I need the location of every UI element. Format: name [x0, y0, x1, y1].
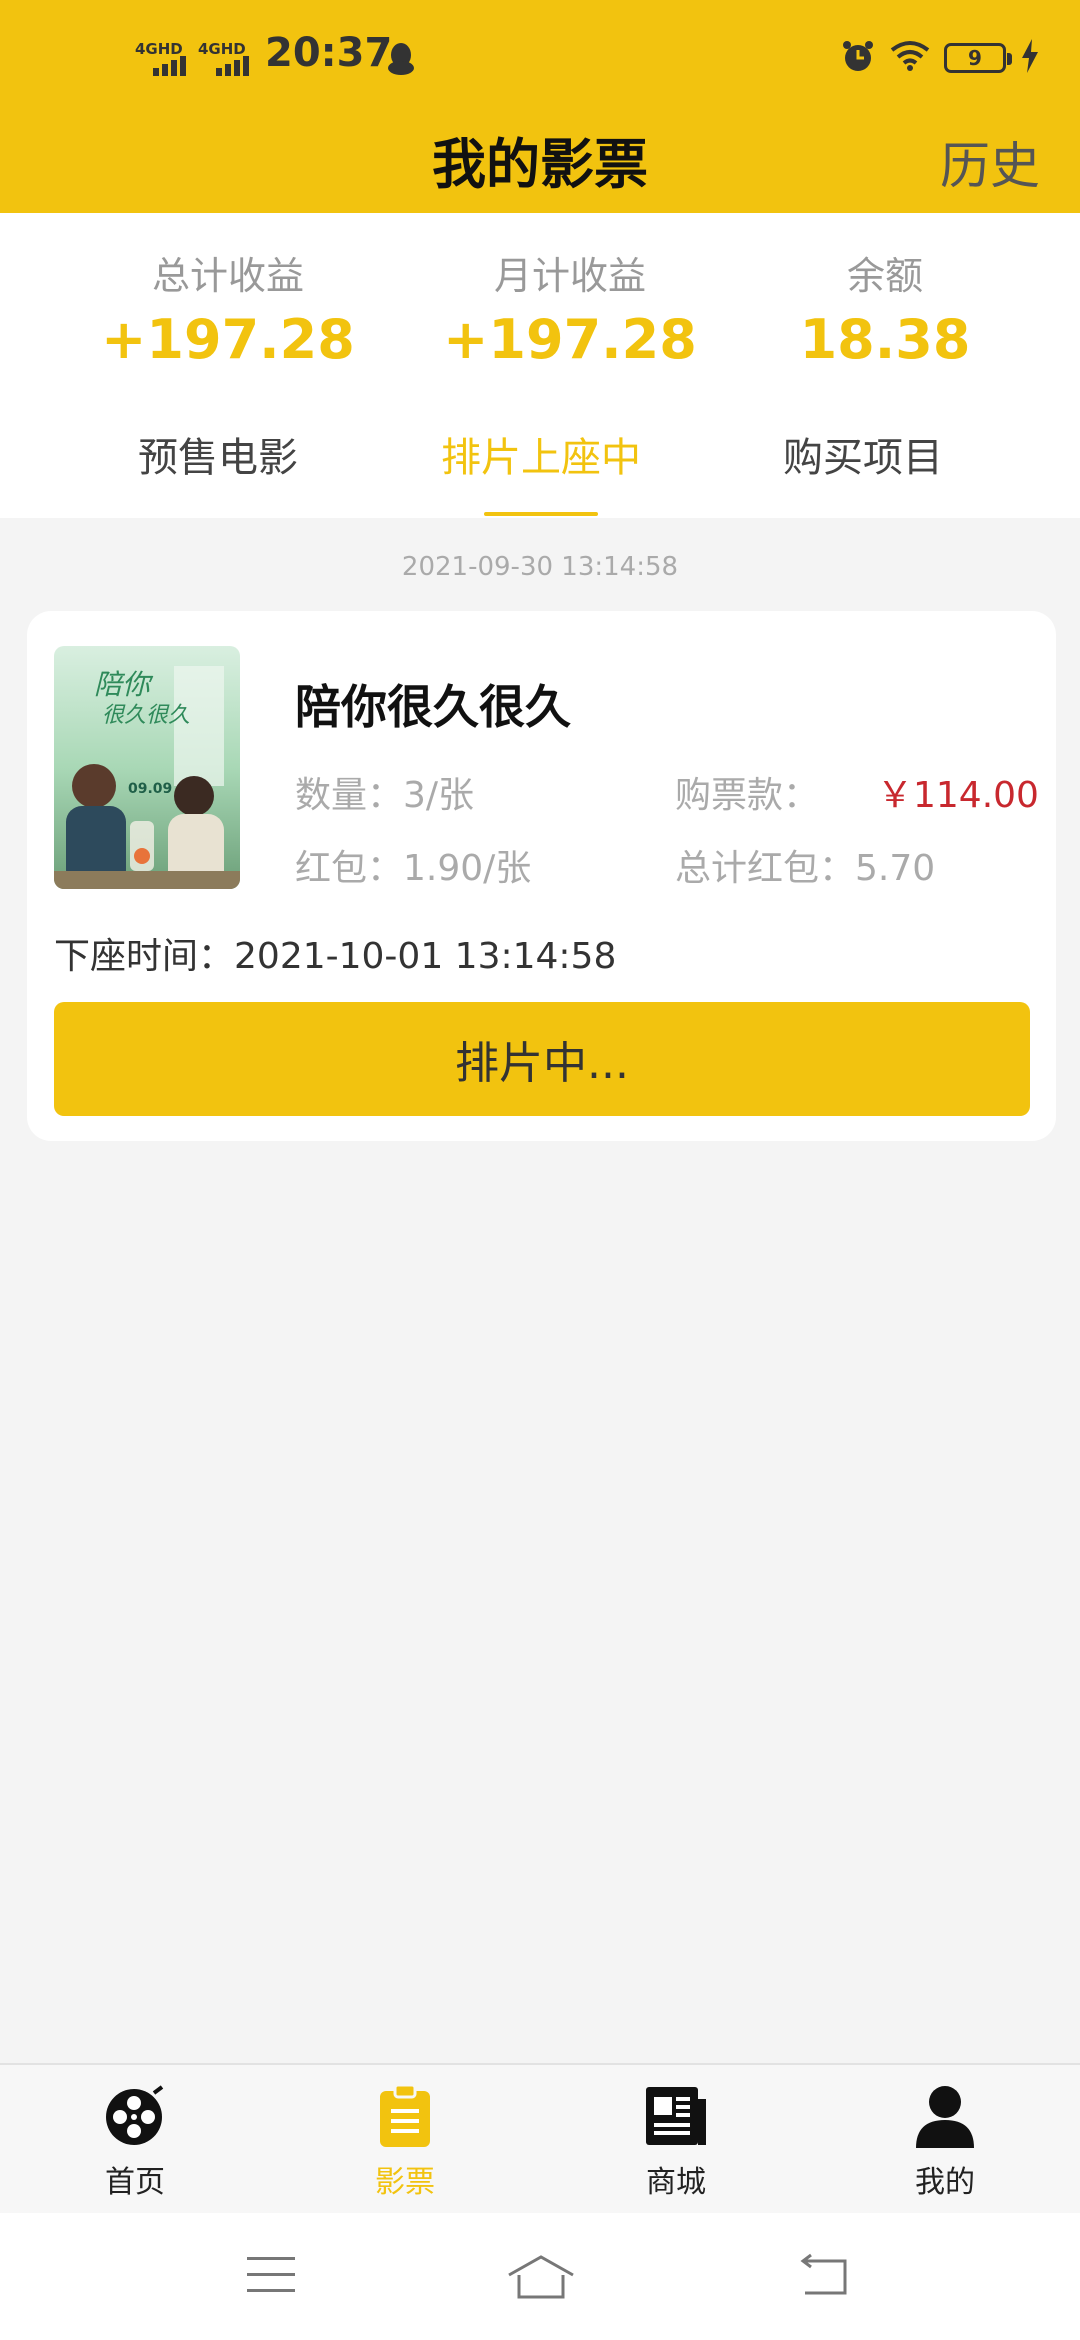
ticket-list-icon	[325, 2083, 485, 2149]
status-right: 9	[840, 38, 1040, 78]
timestamp: 2021-09-30 13:14:58	[401, 552, 679, 582]
nav-home[interactable]: 首页	[55, 2083, 215, 2201]
ticket-card[interactable]: 陪你 很久很久 09.09 陪你很久很久 数量：3/张 购票款： ￥114.00…	[27, 611, 1056, 1141]
signal-icon-2: 4GHD	[198, 40, 258, 76]
signal-icon-1: 4GHD	[135, 40, 195, 76]
total-redpacket-label: 总计红包：	[675, 848, 856, 889]
back-icon[interactable]	[795, 2253, 851, 2301]
total-redpacket-value: 5.70	[855, 848, 936, 889]
alarm-icon	[840, 38, 876, 78]
quantity: 数量：3/张	[295, 766, 474, 818]
stat-value: 18.38	[799, 308, 971, 371]
page-title: 我的影票	[432, 133, 648, 196]
movie-title: 陪你很久很久	[295, 680, 571, 734]
wifi-icon	[890, 40, 930, 76]
redpacket-label: 红包：	[295, 848, 404, 889]
battery-icon: 9	[944, 43, 1012, 73]
tab-purchases[interactable]: 购买项目	[713, 425, 1013, 483]
nav-label: 首页	[105, 2165, 165, 2200]
battery-level: 9	[968, 46, 982, 70]
stat-balance: 余额 18.38	[735, 245, 1035, 371]
stat-value: +197.28	[443, 308, 697, 371]
newspaper-icon	[596, 2083, 756, 2149]
seat-time-value: 2021-10-01 13:14:58	[234, 936, 617, 977]
stat-label: 余额	[846, 254, 923, 298]
stat-total-earnings: 总计收益 +197.28	[78, 245, 378, 371]
price-amount: ￥114.00	[877, 766, 1039, 818]
stat-value: +197.28	[101, 308, 355, 371]
red-packet: 红包：1.90/张	[295, 839, 531, 891]
movie-poster[interactable]: 陪你 很久很久 09.09	[54, 646, 240, 889]
nav-label: 商城	[646, 2165, 706, 2200]
history-button[interactable]: 历史	[940, 126, 1040, 198]
stat-monthly-earnings: 月计收益 +197.28	[420, 245, 720, 371]
redpacket-value: 1.90/张	[403, 848, 532, 889]
stat-label: 总计收益	[151, 254, 304, 298]
home-icon[interactable]	[505, 2253, 577, 2305]
menu-icon[interactable]	[245, 2253, 297, 2301]
nav-profile[interactable]: 我的	[865, 2083, 1025, 2201]
status-bar: 4GHD 4GHD 20:37 9	[0, 0, 1080, 120]
nav-mall[interactable]: 商城	[596, 2083, 756, 2201]
price-value: ￥114.00	[877, 775, 1039, 816]
charging-icon	[1020, 39, 1040, 77]
stat-label: 月计收益	[493, 254, 646, 298]
quantity-value: 3/张	[403, 775, 475, 816]
film-reel-icon	[55, 2083, 215, 2149]
svg-text:很久很久: 很久很久	[102, 703, 190, 728]
price-label: 购票款：	[675, 775, 820, 816]
seat-time-label: 下座时间：	[54, 936, 235, 977]
qq-penguin-icon	[386, 42, 416, 80]
tab-bar: 预售电影 排片上座中 购买项目	[0, 425, 1080, 518]
scheduling-button[interactable]: 排片中...	[54, 1002, 1030, 1116]
system-nav-bar	[0, 2213, 1080, 2340]
svg-text:09.09: 09.09	[128, 781, 172, 797]
nav-tickets[interactable]: 影票	[325, 2083, 485, 2201]
bottom-nav: 首页 影票 商城 我的	[0, 2063, 1080, 2213]
nav-label: 我的	[915, 2165, 975, 2200]
clock: 20:37	[265, 30, 393, 76]
person-icon	[865, 2083, 1025, 2149]
ticket-price: 购票款：	[675, 766, 819, 818]
tab-presale[interactable]: 预售电影	[68, 425, 368, 483]
total-red-packet: 总计红包：5.70	[675, 839, 935, 891]
tab-scheduling[interactable]: 排片上座中	[391, 425, 691, 483]
quantity-label: 数量：	[295, 775, 404, 816]
poster-title-art: 陪你	[94, 668, 154, 701]
nav-label: 影票	[375, 2165, 435, 2200]
header: 4GHD 4GHD 20:37 9 我的影票 历史	[0, 0, 1080, 213]
active-tab-indicator	[484, 512, 598, 516]
seat-time: 下座时间：2021-10-01 13:14:58	[54, 927, 616, 979]
